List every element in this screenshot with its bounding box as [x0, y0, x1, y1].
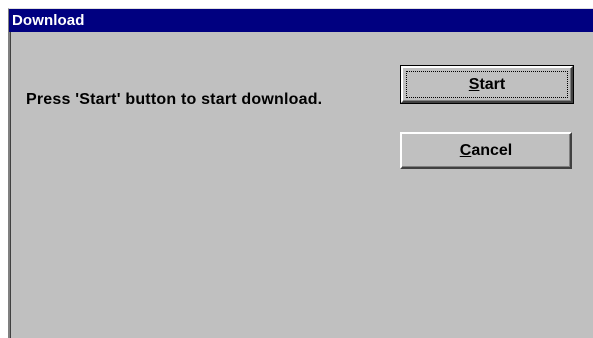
start-button[interactable]: Start	[400, 65, 574, 104]
window-title: Download	[12, 12, 85, 29]
cancel-button-mnemonic: C	[459, 142, 472, 159]
cancel-button-label: Cancel	[460, 142, 512, 159]
start-button-mnemonic: S	[468, 76, 480, 93]
start-button-label: Start	[469, 76, 505, 93]
cancel-button-label-rest: ancel	[471, 142, 513, 159]
start-button-label-rest: tart	[479, 76, 506, 93]
instruction-text: Press 'Start' button to start download.	[26, 91, 323, 108]
download-dialog: Download Press 'Start' button to start d…	[8, 8, 593, 338]
cancel-button[interactable]: Cancel	[400, 132, 572, 169]
title-bar[interactable]: Download	[9, 9, 593, 32]
window-left-border	[9, 32, 11, 338]
